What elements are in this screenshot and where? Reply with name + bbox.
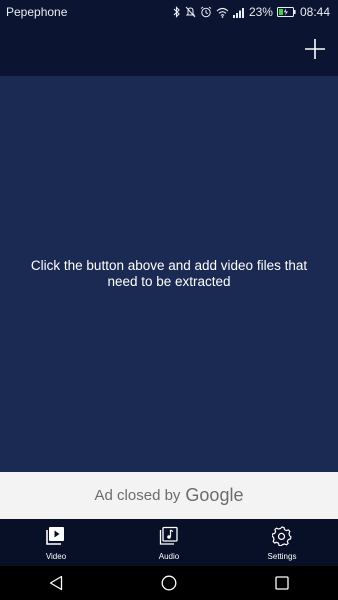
ad-banner: Ad closed by Google: [0, 472, 338, 519]
top-app-bar: [0, 24, 338, 76]
home-icon: [161, 575, 177, 591]
tab-audio[interactable]: Audio: [113, 519, 225, 566]
mute-icon: [185, 6, 196, 18]
google-brand: Google: [185, 485, 244, 505]
video-list-area: Click the button above and add video fil…: [0, 76, 338, 472]
plus-icon: [305, 39, 325, 59]
battery-charging-icon: [276, 7, 296, 17]
home-button[interactable]: [139, 566, 199, 600]
back-icon: [50, 575, 63, 591]
tab-settings-label: Settings: [267, 551, 297, 561]
recents-icon: [274, 576, 289, 590]
wifi-icon: [216, 7, 229, 18]
carrier-name: Pepephone: [6, 5, 68, 19]
gear-icon: [272, 525, 292, 547]
status-icons: 23% 08:44: [173, 5, 338, 19]
ad-closed-text: Ad closed by: [94, 487, 181, 504]
audio-file-icon: [159, 525, 179, 547]
back-button[interactable]: [26, 566, 86, 600]
clock: 08:44: [299, 5, 330, 19]
empty-state-message: Click the button above and add video fil…: [30, 258, 308, 289]
signal-icon: [232, 7, 245, 18]
tab-video-label: Video: [45, 551, 67, 561]
video-icon: [46, 525, 66, 547]
tab-audio-label: Audio: [158, 551, 180, 561]
system-navigation-bar: [0, 566, 338, 600]
add-video-button[interactable]: [304, 38, 326, 60]
tab-settings[interactable]: Settings: [226, 519, 338, 566]
alarm-icon: [200, 6, 212, 18]
recents-button[interactable]: [252, 566, 312, 600]
tab-video[interactable]: Video: [0, 519, 112, 566]
battery-percent: 23%: [248, 5, 273, 19]
bluetooth-icon: [173, 6, 181, 18]
bottom-tab-bar: Video Audio Settings: [0, 519, 338, 566]
status-bar: Pepephone 23% 08:44: [0, 0, 338, 24]
